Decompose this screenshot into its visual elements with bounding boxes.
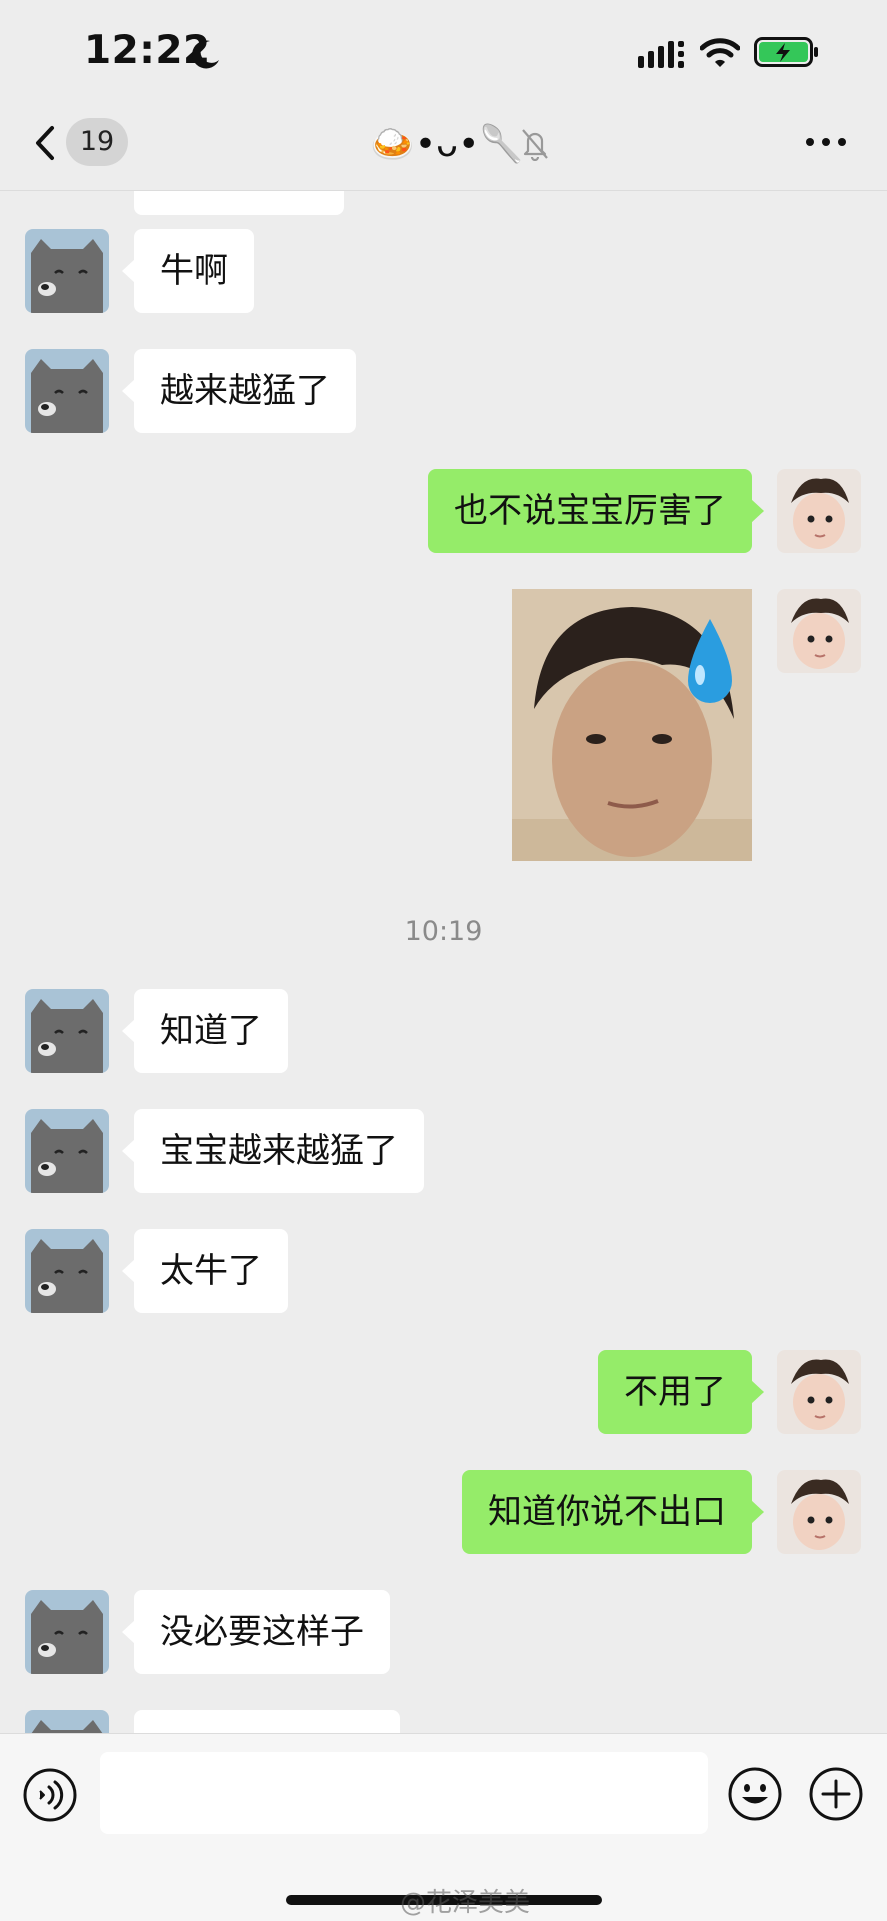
- gray-bear-avatar-icon: [25, 349, 109, 433]
- outgoing-message-bubble[interactable]: 不用了: [598, 1350, 764, 1434]
- incoming-message-bubble[interactable]: 越来越猛了: [122, 349, 356, 433]
- gray-bear-avatar-icon: [25, 1710, 109, 1733]
- message-timestamp: 10:19: [404, 916, 483, 947]
- my-avatar[interactable]: [777, 589, 861, 673]
- contact-avatar[interactable]: [25, 1710, 109, 1733]
- unread-count-badge[interactable]: 19: [66, 118, 128, 166]
- more-options-icon[interactable]: [804, 132, 848, 152]
- incoming-message-bubble[interactable]: 牛啊: [122, 229, 254, 313]
- chat-title: 🍛•ᴗ•🥄: [370, 124, 525, 165]
- gray-bear-avatar-icon: [25, 1229, 109, 1313]
- moon-icon: [192, 40, 219, 69]
- cellular-signal-icon: [638, 41, 684, 68]
- gray-bear-avatar-icon: [25, 989, 109, 1073]
- outgoing-message-bubble[interactable]: 知道你说不出口: [462, 1470, 764, 1554]
- partial-message-bubble: [134, 191, 344, 215]
- contact-avatar[interactable]: [25, 989, 109, 1073]
- baby-photo-avatar-icon: [777, 469, 861, 553]
- emoji-icon[interactable]: [727, 1766, 783, 1822]
- back-arrow-icon[interactable]: [28, 118, 68, 168]
- baby-photo-avatar-icon: [777, 589, 861, 673]
- my-avatar[interactable]: [777, 1350, 861, 1434]
- my-avatar[interactable]: [777, 469, 861, 553]
- mute-bell-icon: [522, 129, 548, 161]
- incoming-message-bubble[interactable]: 太牛了: [122, 1229, 288, 1313]
- message-list[interactable]: 牛啊 越来越猛了 也不说宝宝厉害了 10:19 知道了 宝宝越来越猛了 太牛了 …: [0, 191, 887, 1733]
- contact-avatar[interactable]: [25, 1229, 109, 1313]
- outgoing-message-bubble[interactable]: 也不说宝宝厉害了: [428, 469, 764, 553]
- contact-avatar[interactable]: [25, 229, 109, 313]
- wifi-icon: [700, 38, 740, 67]
- sticker-image[interactable]: [512, 589, 752, 861]
- contact-avatar[interactable]: [25, 1590, 109, 1674]
- gray-bear-avatar-icon: [25, 1109, 109, 1193]
- incoming-message-bubble[interactable]: 宝宝越来越猛了: [122, 1109, 424, 1193]
- message-input[interactable]: [100, 1752, 708, 1834]
- gray-bear-avatar-icon: [25, 1590, 109, 1674]
- add-more-icon[interactable]: [808, 1766, 864, 1822]
- baby-photo-avatar-icon: [777, 1470, 861, 1554]
- gray-bear-avatar-icon: [25, 229, 109, 313]
- incoming-message-bubble[interactable]: 知道了: [122, 989, 288, 1073]
- baby-photo-avatar-icon: [777, 1350, 861, 1434]
- battery-icon: [754, 37, 818, 67]
- sweat-drop-face-sticker-icon: [512, 589, 752, 861]
- my-avatar[interactable]: [777, 1470, 861, 1554]
- weibo-watermark: @花泽美美: [400, 1888, 531, 1918]
- contact-avatar[interactable]: [25, 1109, 109, 1193]
- voice-input-icon[interactable]: [22, 1767, 78, 1823]
- contact-avatar[interactable]: [25, 349, 109, 433]
- partial-message-bubble: [134, 1710, 400, 1733]
- incoming-message-bubble[interactable]: 没必要这样子: [122, 1590, 390, 1674]
